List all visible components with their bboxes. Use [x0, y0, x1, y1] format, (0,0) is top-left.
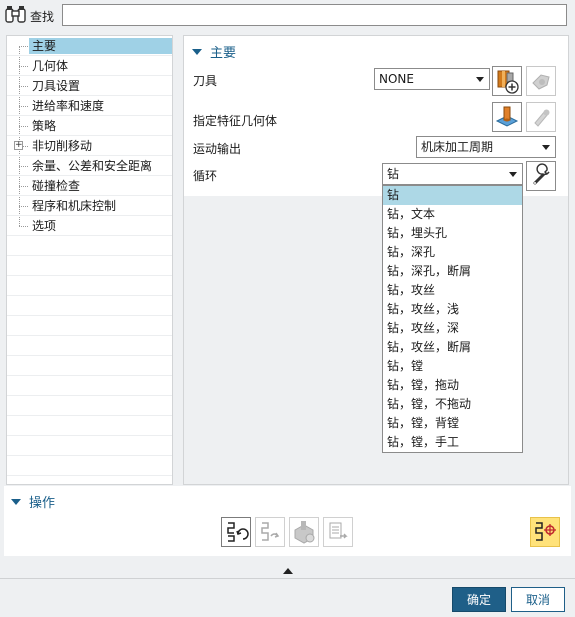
nav-item-program-machine[interactable]: 程序和机床控制: [7, 196, 172, 216]
ok-button[interactable]: 确定: [452, 587, 506, 612]
generate-toolpath-button[interactable]: [221, 517, 251, 547]
binoculars-icon: [4, 5, 28, 25]
chevron-down-icon: [509, 172, 517, 177]
divider: [0, 578, 575, 579]
cycle-option[interactable]: 钻，镗: [383, 357, 522, 376]
actions-section: 操作: [4, 486, 571, 556]
feature-toolpath-button[interactable]: [530, 517, 560, 547]
nav-tree: 主要 几何体 刀具设置 进给率和速度 策略 + 非切削移动 余量、公差和安全距离…: [6, 35, 173, 485]
nav-item-label: 碰撞检查: [32, 179, 81, 193]
nav-item-label: 刀具设置: [32, 79, 81, 93]
collapse-triangle-icon: [192, 49, 202, 55]
cancel-button[interactable]: 取消: [511, 587, 565, 612]
select-geometry-button[interactable]: [492, 102, 522, 132]
section-title: 主要: [210, 46, 237, 61]
nav-item-stock-tolerance[interactable]: 余量、公差和安全距离: [7, 156, 172, 176]
search-input[interactable]: [62, 4, 567, 26]
generate-toolpath-icon: [222, 518, 250, 546]
edit-tool-button[interactable]: [526, 66, 556, 96]
empty-row: [7, 396, 172, 416]
tool-select[interactable]: NONE: [374, 68, 490, 90]
nav-item-label: 策略: [32, 119, 57, 133]
cycle-option[interactable]: 钻，镗，不拖动: [383, 395, 522, 414]
cycle-option[interactable]: 钻: [383, 186, 522, 205]
nav-item-label: 几何体: [32, 59, 69, 73]
replay-toolpath-icon: [256, 518, 284, 546]
display-geometry-icon: [527, 103, 555, 131]
cycle-option[interactable]: 钻，深孔，断屑: [383, 262, 522, 281]
nav-item-label: 余量、公差和安全距离: [32, 159, 153, 173]
edit-cycle-button[interactable]: [526, 161, 556, 191]
cycle-dropdown-list: 钻 钻，文本 钻，埋头孔 钻，深孔 钻，深孔，断屑 钻，攻丝 钻，攻丝，浅 钻，…: [382, 185, 523, 453]
nav-item-label: 非切削移动: [32, 139, 93, 153]
cycle-option[interactable]: 钻，文本: [383, 205, 522, 224]
wrench-icon: [527, 162, 555, 190]
actions-section-header[interactable]: 操作: [11, 492, 55, 511]
nav-item-tool-settings[interactable]: 刀具设置: [7, 76, 172, 96]
cycle-option[interactable]: 钻，深孔: [383, 243, 522, 262]
empty-row: [7, 336, 172, 356]
cycle-option[interactable]: 钻，攻丝，浅: [383, 300, 522, 319]
nav-item-geometry[interactable]: 几何体: [7, 56, 172, 76]
nav-item-non-cutting-moves[interactable]: + 非切削移动: [7, 136, 172, 156]
empty-row: [7, 416, 172, 436]
empty-row: [7, 356, 172, 376]
nav-item-strategy[interactable]: 策略: [7, 116, 172, 136]
empty-row: [7, 436, 172, 456]
feature-toolpath-icon: [531, 518, 559, 546]
geometry-label: 指定特征几何体: [193, 114, 278, 128]
motion-output-select[interactable]: 机床加工周期: [416, 136, 556, 158]
main-section-header[interactable]: 主要: [192, 42, 236, 61]
cycle-option[interactable]: 钻，埋头孔: [383, 224, 522, 243]
new-tool-button[interactable]: [492, 66, 522, 96]
empty-row: [7, 316, 172, 336]
edit-tool-icon: [527, 67, 555, 95]
motion-output-value: 机床加工周期: [421, 140, 494, 154]
cycle-option[interactable]: 钻，攻丝，深: [383, 319, 522, 338]
verify-toolpath-icon: [290, 518, 318, 546]
search-label: 查找: [30, 10, 55, 24]
cycle-option[interactable]: 钻，镗，背镗: [383, 414, 522, 433]
motion-output-label: 运动输出: [193, 142, 242, 156]
expand-icon[interactable]: +: [14, 141, 23, 150]
cycle-option[interactable]: 钻，攻丝，断屑: [383, 338, 522, 357]
cycle-select-value: 钻: [387, 167, 400, 181]
list-toolpath-icon: [324, 518, 352, 546]
nav-item-label: 主要: [29, 38, 172, 54]
tool-label: 刀具: [193, 74, 218, 88]
empty-row: [7, 296, 172, 316]
collapse-up-icon[interactable]: [283, 568, 293, 574]
empty-row: [7, 376, 172, 396]
display-geometry-button[interactable]: [526, 102, 556, 132]
verify-toolpath-button[interactable]: [289, 517, 319, 547]
empty-row: [7, 456, 172, 476]
empty-row: [7, 256, 172, 276]
cycle-option[interactable]: 钻，镗，拖动: [383, 376, 522, 395]
new-tool-icon: [493, 67, 521, 95]
cycle-select[interactable]: 钻: [382, 163, 523, 185]
collapse-triangle-icon: [11, 499, 21, 505]
empty-row: [7, 236, 172, 256]
empty-row: [7, 276, 172, 296]
replay-toolpath-button[interactable]: [255, 517, 285, 547]
nav-item-collision-check[interactable]: 碰撞检查: [7, 176, 172, 196]
nav-item-label: 进给率和速度: [32, 99, 105, 113]
select-geometry-icon: [493, 103, 521, 131]
list-toolpath-button[interactable]: [323, 517, 353, 547]
cycle-option[interactable]: 钻，攻丝: [383, 281, 522, 300]
nav-item-label: 程序和机床控制: [32, 199, 117, 213]
main-section: 主要 刀具 NONE 指定特征几何体 运动输出 机床加工周期 循环 钻: [184, 36, 568, 196]
nav-item-options[interactable]: 选项: [7, 216, 172, 236]
nav-item-main[interactable]: 主要: [7, 36, 172, 56]
section-title: 操作: [29, 496, 56, 511]
cycle-option[interactable]: 钻，镗，手工: [383, 433, 522, 452]
chevron-down-icon: [542, 145, 550, 150]
cycle-label: 循环: [193, 169, 218, 183]
nav-item-label: 选项: [32, 219, 57, 233]
nav-item-feeds-speeds[interactable]: 进给率和速度: [7, 96, 172, 116]
chevron-down-icon: [476, 77, 484, 82]
tool-select-value: NONE: [379, 72, 414, 86]
